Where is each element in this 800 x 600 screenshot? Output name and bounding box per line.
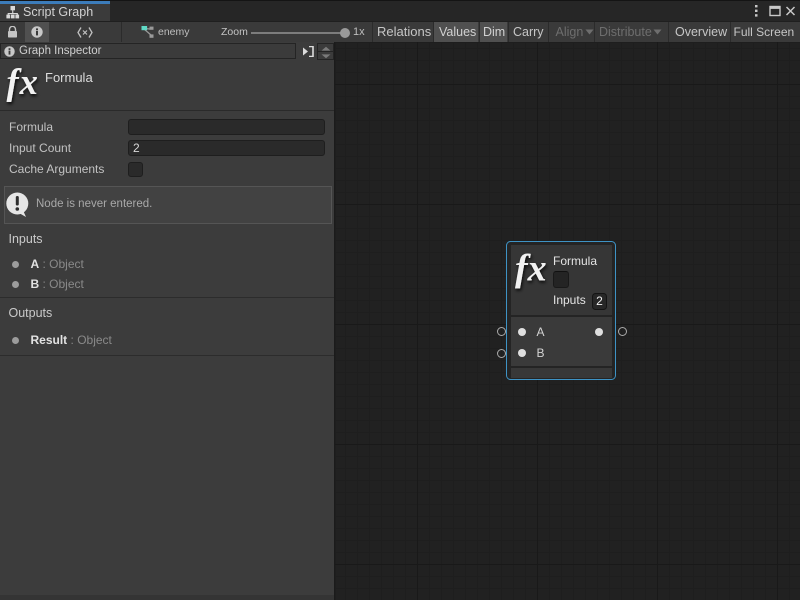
svg-text:fx: fx — [515, 247, 547, 289]
svg-text:fx: fx — [7, 61, 39, 102]
